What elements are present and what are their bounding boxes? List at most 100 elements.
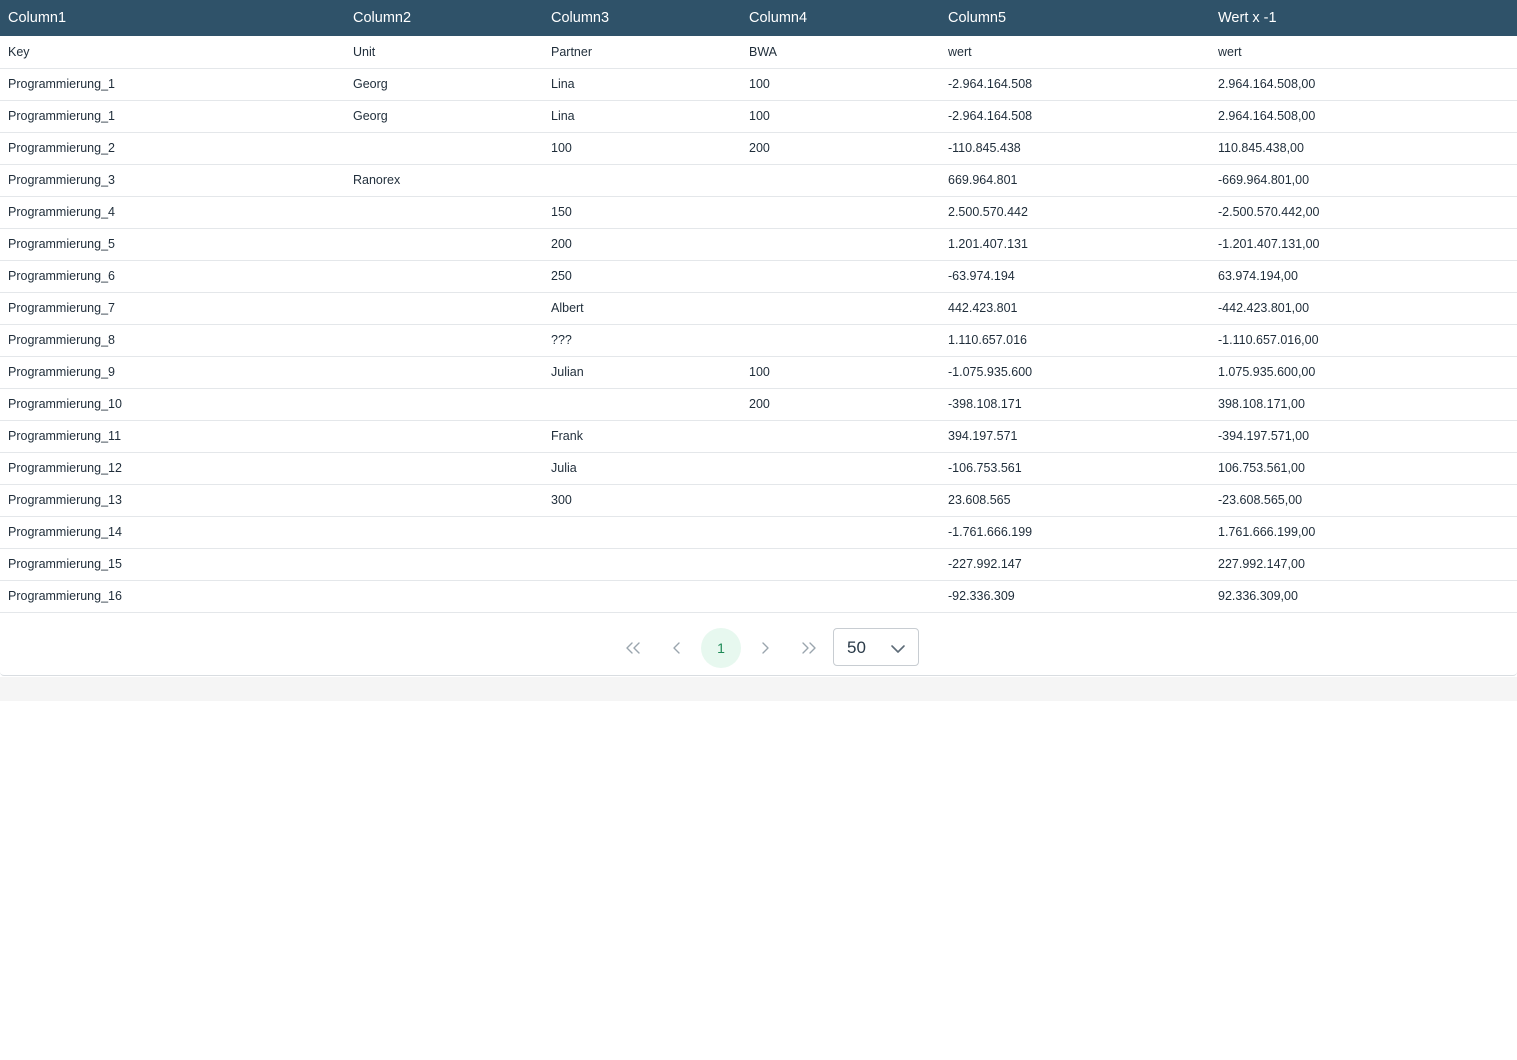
table-cell [345, 292, 543, 324]
table-cell [741, 260, 940, 292]
table-cell: Programmierung_9 [8, 365, 115, 379]
column-header-2[interactable]: Column2 [345, 0, 543, 36]
table-row[interactable]: Programmierung_10 200 -398.108.171 398.108.… [0, 388, 1517, 420]
table-row[interactable]: Programmierung_12 Julia -106.753.561 106.75… [0, 452, 1517, 484]
first-page-button[interactable] [613, 628, 653, 668]
column-header-1[interactable]: Column1 [0, 0, 345, 36]
table-row[interactable]: Programmierung_3 Ranorex 669.964.801 -669.9… [0, 164, 1517, 196]
table-cell: Albert [551, 301, 584, 315]
table-cell: Programmierung_10 [8, 397, 122, 411]
table-cell: Lina [551, 109, 575, 123]
table-cell: 200 [749, 397, 770, 411]
table-cell: -1.110.657.016,00 [1218, 333, 1319, 347]
page-size-select[interactable]: 50 [833, 628, 919, 666]
table-row[interactable]: Programmierung_1 Georg Lina 100 -2.964.164.5… [0, 100, 1517, 132]
table-cell: Programmierung_16 [8, 589, 122, 603]
table-cell [345, 452, 543, 484]
table-cell: 100 [551, 141, 572, 155]
column-header-4[interactable]: Column4 [741, 0, 940, 36]
chevron-right-icon [760, 642, 770, 654]
next-page-button[interactable] [745, 628, 785, 668]
table-cell [543, 580, 741, 612]
table-cell: 100 [749, 109, 770, 123]
table-cell: Programmierung_8 [8, 333, 115, 347]
table-cell [543, 516, 741, 548]
table-row[interactable]: Programmierung_13 300 23.608.565 -23.608.56… [0, 484, 1517, 516]
table-cell [741, 516, 940, 548]
table-cell: 2.500.570.442 [948, 205, 1028, 219]
table-row[interactable]: Programmierung_15 -227.992.147 227.992.147… [0, 548, 1517, 580]
table-cell: 106.753.561,00 [1218, 461, 1305, 475]
table-cell: Ranorex [353, 173, 401, 187]
table-cell [741, 452, 940, 484]
table-row[interactable]: Programmierung_4 150 2.500.570.442 -2.500.5… [0, 196, 1517, 228]
table-cell: 394.197.571 [948, 429, 1018, 443]
table-cell: 300 [551, 493, 572, 507]
last-page-button[interactable] [789, 628, 829, 668]
table-cell [741, 324, 940, 356]
table-row[interactable]: Programmierung_8??? 1.110.657.016 -1.110.6… [0, 324, 1517, 356]
table-cell [345, 196, 543, 228]
table-cell [345, 548, 543, 580]
table-cell: 669.964.801 [948, 173, 1018, 187]
table-cell [741, 292, 940, 324]
table-cell: 110.845.438,00 [1218, 141, 1304, 155]
table-row[interactable]: Programmierung_11 Frank 394.197.571 -394.19… [0, 420, 1517, 452]
table-cell: Programmierung_15 [8, 557, 122, 571]
table-cell: Lina [551, 77, 575, 91]
table-cell [345, 484, 543, 516]
table-cell: 1.110.657.016 [948, 333, 1028, 347]
table-cell [741, 196, 940, 228]
table-cell: -2.964.164.508 [948, 109, 1033, 123]
table-cell: Georg [353, 109, 388, 123]
table-row[interactable]: Programmierung_14 -1.761.666.199 1.761.666… [0, 516, 1517, 548]
column-header-3[interactable]: Column3 [543, 0, 741, 36]
table-cell: Programmierung_7 [8, 301, 115, 315]
page-button-current[interactable]: 1 [701, 628, 741, 668]
table-cell: Programmierung_1 [8, 77, 115, 91]
table-cell [345, 388, 543, 420]
table-cell: Georg [353, 77, 388, 91]
data-table-card: Column1 Column2 Column3 Column4 Column5 … [0, 0, 1517, 676]
table-cell: Julian [551, 365, 584, 379]
table-cell [543, 164, 741, 196]
table-row[interactable]: Programmierung_16 -92.336.309 92.336.309,0… [0, 580, 1517, 612]
table-cell: -669.964.801,00 [1218, 173, 1310, 187]
table-cell: Key [8, 44, 30, 59]
table-cell [345, 260, 543, 292]
table-subheader-row[interactable]: Key Unit Partner BWA wert wert [0, 36, 1517, 68]
table-cell: 63.974.194,00 [1218, 269, 1298, 283]
table-row[interactable]: Programmierung_2 100 200 -110.845.438 110.84… [0, 132, 1517, 164]
table-cell [741, 228, 940, 260]
table-cell: -1.761.666.199 [948, 525, 1033, 539]
previous-page-button[interactable] [657, 628, 697, 668]
table-cell: Programmierung_12 [8, 461, 122, 475]
table-cell: -442.423.801,00 [1218, 301, 1310, 315]
chevron-down-icon [890, 641, 906, 659]
table-cell: -63.974.194 [948, 269, 1015, 283]
table-cell: Programmierung_1 [8, 109, 115, 123]
column-header-6[interactable]: Wert x -1 [1210, 0, 1517, 36]
table-row[interactable]: Programmierung_6 250 -63.974.194 63.974.194… [0, 260, 1517, 292]
table-cell [345, 516, 543, 548]
table-row[interactable]: Programmierung_9 Julian 100 -1.075.935.600 1… [0, 356, 1517, 388]
table-cell: -110.845.438 [948, 141, 1021, 155]
table-row[interactable]: Programmierung_7 Albert 442.423.801 -442.42… [0, 292, 1517, 324]
table-row[interactable]: Programmierung_1 Georg Lina 100 -2.964.164.5… [0, 68, 1517, 100]
table-cell: -394.197.571,00 [1218, 429, 1310, 443]
table-cell: wert [1218, 44, 1242, 59]
table-cell: 398.108.171,00 [1218, 397, 1305, 411]
table-cell: Programmierung_6 [8, 269, 115, 283]
column-header-5[interactable]: Column5 [940, 0, 1210, 36]
table-cell [345, 420, 543, 452]
table-cell: 200 [749, 141, 770, 155]
table-cell [345, 132, 543, 164]
table-cell [345, 324, 543, 356]
table-cell [741, 580, 940, 612]
table-row[interactable]: Programmierung_5 200 1.201.407.131 -1.201.4… [0, 228, 1517, 260]
table-cell [345, 356, 543, 388]
table-cell: -398.108.171 [948, 397, 1022, 411]
table-cell [741, 484, 940, 516]
footer-band [0, 677, 1517, 701]
table-body: Key Unit Partner BWA wert wert Programmierung_… [0, 36, 1517, 612]
